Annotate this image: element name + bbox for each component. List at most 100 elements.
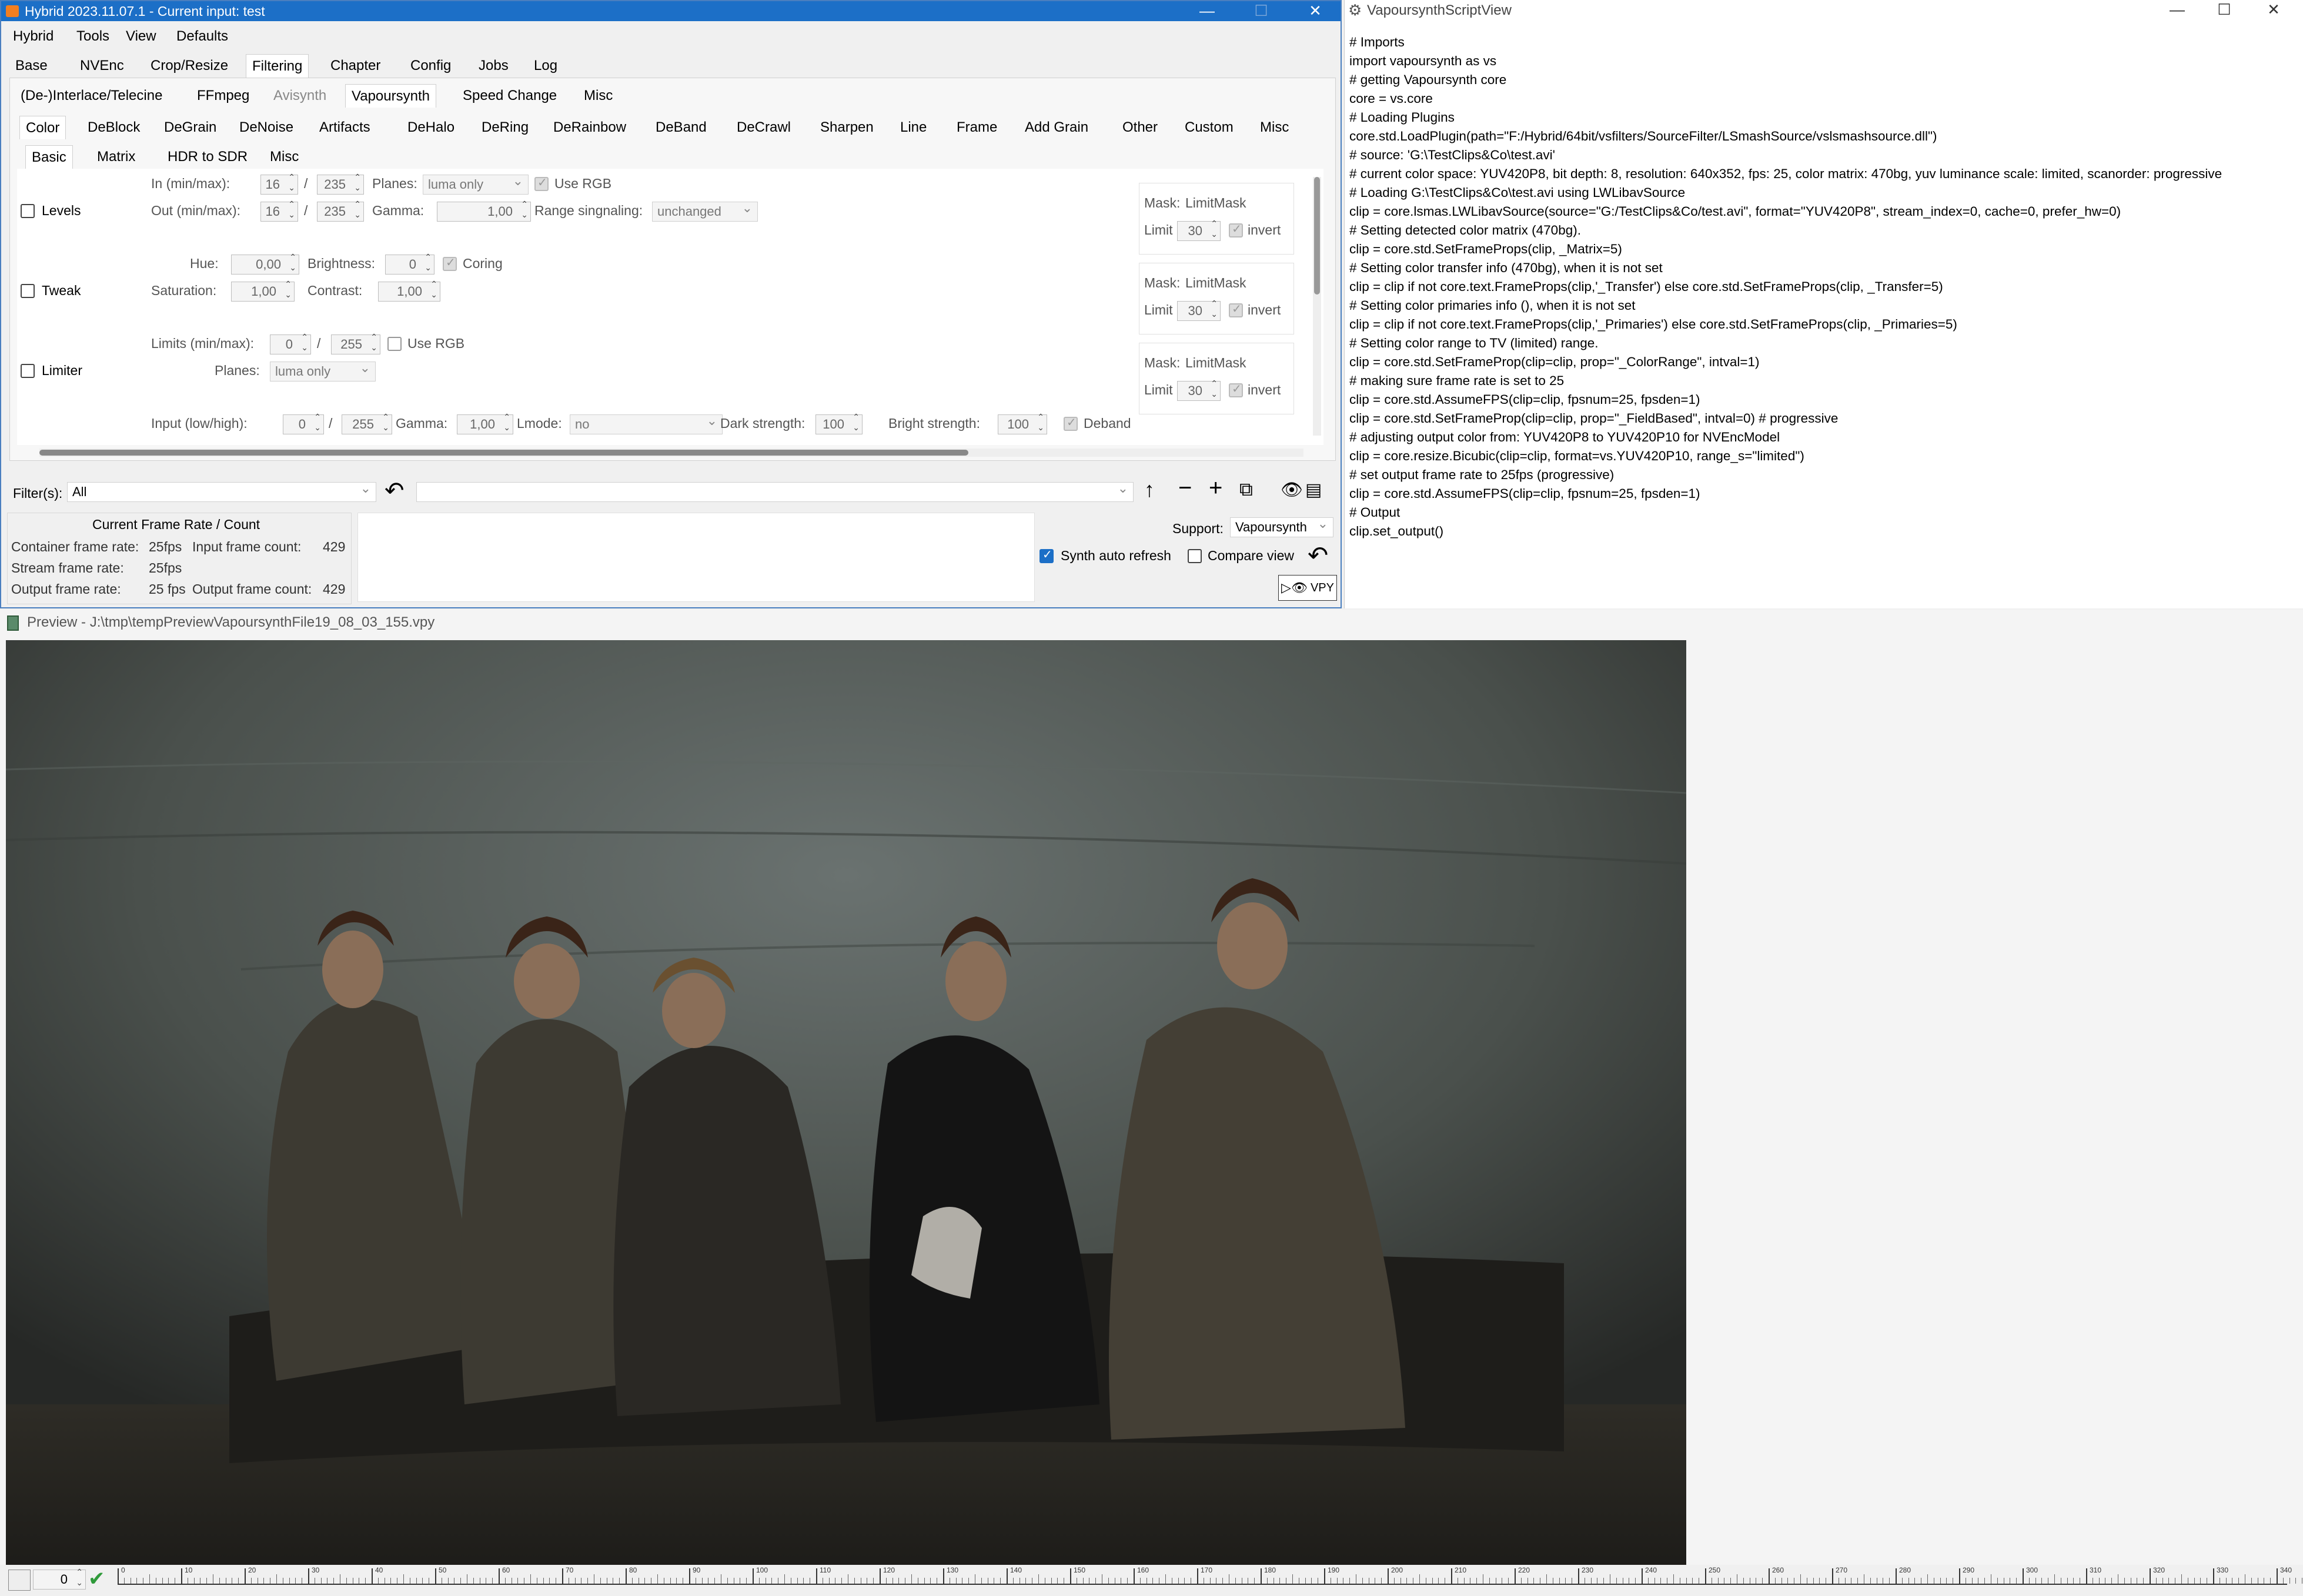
levels-gamma-input[interactable]: 1,00 <box>437 199 531 222</box>
levels-out-max[interactable]: 235 <box>317 199 364 222</box>
tab-decrawl[interactable]: DeCrawl <box>731 116 797 139</box>
tab-denoise[interactable]: DeNoise <box>233 116 299 139</box>
tab-chapter[interactable]: Chapter <box>325 54 386 78</box>
clipboard-icon[interactable]: ▤ <box>1305 480 1322 500</box>
limiter-planes-select[interactable]: luma only <box>270 359 376 382</box>
tab-frame[interactable]: Frame <box>951 116 1003 139</box>
tab-jobs[interactable]: Jobs <box>473 54 514 78</box>
refresh-icon[interactable]: ↶ <box>1308 541 1328 570</box>
script-close-icon[interactable]: ✕ <box>2247 0 2301 20</box>
tab-sharpen[interactable]: Sharpen <box>814 116 880 139</box>
script-code[interactable]: # Imports import vapoursynth as vs # getti… <box>1349 33 2222 541</box>
eye-icon[interactable]: 👁 <box>1281 480 1303 500</box>
menu-view[interactable]: View <box>126 28 156 45</box>
tab-log[interactable]: Log <box>528 54 563 78</box>
deband-checkbox[interactable] <box>1064 415 1078 431</box>
tab-nvenc[interactable]: NVEnc <box>74 54 130 78</box>
levels-use-rgb-checkbox[interactable] <box>534 175 549 191</box>
filter-order-select[interactable] <box>416 479 1134 502</box>
compare-view-checkbox[interactable] <box>1188 549 1202 563</box>
tweak-checkbox[interactable] <box>21 284 35 298</box>
undo-icon[interactable]: ↶ <box>385 477 405 504</box>
limiter-min-input[interactable]: 0 <box>270 332 311 354</box>
tab-deblock[interactable]: DeBlock <box>82 116 146 139</box>
tweak-contrast-input[interactable]: 1,00 <box>378 279 440 302</box>
tab-ffmpeg[interactable]: FFmpeg <box>191 84 255 108</box>
checkmark-icon[interactable]: ✔ <box>88 1567 105 1591</box>
vertical-scrollbar[interactable] <box>1313 177 1321 436</box>
tab-misc-vs[interactable]: Misc <box>1254 116 1295 139</box>
tab-vapoursynth[interactable]: Vapoursynth <box>345 84 436 108</box>
tab-avisynth[interactable]: Avisynth <box>268 84 332 108</box>
support-select[interactable]: Vapoursynth <box>1230 514 1333 537</box>
tab-speed-change[interactable]: Speed Change <box>457 84 563 108</box>
menu-tools[interactable]: Tools <box>76 28 109 45</box>
tab-filtering[interactable]: Filtering <box>246 54 309 78</box>
tweak-brightness-input[interactable]: 0 <box>385 252 434 275</box>
tab-add-grain[interactable]: Add Grain <box>1019 116 1094 139</box>
tab-deinterlace[interactable]: (De-)Interlace/Telecine <box>15 84 168 108</box>
filter-options-icon[interactable]: ⧉ <box>1239 479 1253 501</box>
lmode-select[interactable]: no <box>570 411 723 434</box>
levels-in-min[interactable]: 16 <box>260 172 298 195</box>
mask-value[interactable]: LimitMask <box>1185 275 1246 291</box>
row4-gamma-input[interactable]: 1,00 <box>457 411 513 434</box>
invert-checkbox[interactable] <box>1229 222 1243 237</box>
script-maximize-icon[interactable]: ☐ <box>2197 0 2251 20</box>
mask-value[interactable]: LimitMask <box>1185 195 1246 211</box>
levels-planes-select[interactable]: luma only <box>423 172 529 195</box>
tab-base[interactable]: Base <box>9 54 54 78</box>
tweak-hue-input[interactable]: 0,00 <box>231 252 299 275</box>
levels-range-select[interactable]: unchanged <box>652 199 758 222</box>
script-minimize-icon[interactable]: — <box>2150 0 2204 20</box>
info-text-area[interactable] <box>357 513 1035 602</box>
horizontal-scrollbar[interactable] <box>39 449 1303 457</box>
tab-deband[interactable]: DeBand <box>650 116 713 139</box>
tab-color[interactable]: Color <box>19 116 66 139</box>
dark-strength-input[interactable]: 100 <box>815 411 863 434</box>
tab-degrain[interactable]: DeGrain <box>158 116 222 139</box>
tab-dehalo[interactable]: DeHalo <box>402 116 460 139</box>
remove-icon[interactable]: − <box>1178 475 1192 501</box>
tab-derainbow[interactable]: DeRainbow <box>547 116 632 139</box>
timeline-ruler[interactable]: 0 10 20 30 40 50 60 70 80 90 100 110 120 130 140 150 160… <box>118 1565 2303 1596</box>
limiter-use-rgb-checkbox[interactable] <box>387 337 402 351</box>
tab-dering[interactable]: DeRing <box>476 116 534 139</box>
limiter-checkbox[interactable] <box>21 364 35 378</box>
input-low-input[interactable]: 0 <box>283 411 324 434</box>
tab-artifacts[interactable]: Artifacts <box>313 116 376 139</box>
tab-crop-resize[interactable]: Crop/Resize <box>145 54 234 78</box>
levels-out-min[interactable]: 16 <box>260 199 298 222</box>
tab-misc-color[interactable]: Misc <box>264 145 305 169</box>
limit-input[interactable]: 30 <box>1177 218 1221 241</box>
close-icon[interactable]: ✕ <box>1288 1 1341 21</box>
tab-basic[interactable]: Basic <box>25 145 73 169</box>
add-icon[interactable]: + <box>1209 475 1222 501</box>
limiter-max-input[interactable]: 255 <box>331 332 380 354</box>
tab-line[interactable]: Line <box>894 116 932 139</box>
filters-select[interactable]: All <box>67 479 376 502</box>
tab-custom[interactable]: Custom <box>1179 116 1239 139</box>
bright-strength-input[interactable]: 100 <box>998 411 1047 434</box>
limit-input[interactable]: 30 <box>1177 298 1221 321</box>
levels-checkbox[interactable] <box>21 204 35 218</box>
input-high-input[interactable]: 255 <box>342 411 392 434</box>
vertical-scroll-thumb[interactable] <box>1314 177 1320 295</box>
minimize-icon[interactable]: — <box>1180 1 1234 21</box>
menu-defaults[interactable]: Defaults <box>176 28 228 45</box>
maximize-icon[interactable]: ☐ <box>1234 1 1288 21</box>
invert-checkbox[interactable] <box>1229 382 1243 397</box>
horizontal-scroll-thumb[interactable] <box>39 450 968 456</box>
frame-number-input[interactable]: 0 <box>33 1567 86 1590</box>
levels-in-max[interactable]: 235 <box>317 172 364 195</box>
synth-auto-refresh-checkbox[interactable] <box>1039 547 1054 563</box>
tab-misc-filter[interactable]: Misc <box>578 84 619 108</box>
tab-matrix[interactable]: Matrix <box>91 145 141 169</box>
limit-input[interactable]: 30 <box>1177 378 1221 401</box>
menu-hybrid[interactable]: Hybrid <box>13 28 54 45</box>
tweak-coring-checkbox[interactable] <box>443 255 457 271</box>
tab-hdr-to-sdr[interactable]: HDR to SDR <box>162 145 253 169</box>
vpy-preview-button[interactable]: ▷👁 VPY <box>1278 575 1337 601</box>
tab-config[interactable]: Config <box>405 54 457 78</box>
tweak-saturation-input[interactable]: 1,00 <box>231 279 295 302</box>
